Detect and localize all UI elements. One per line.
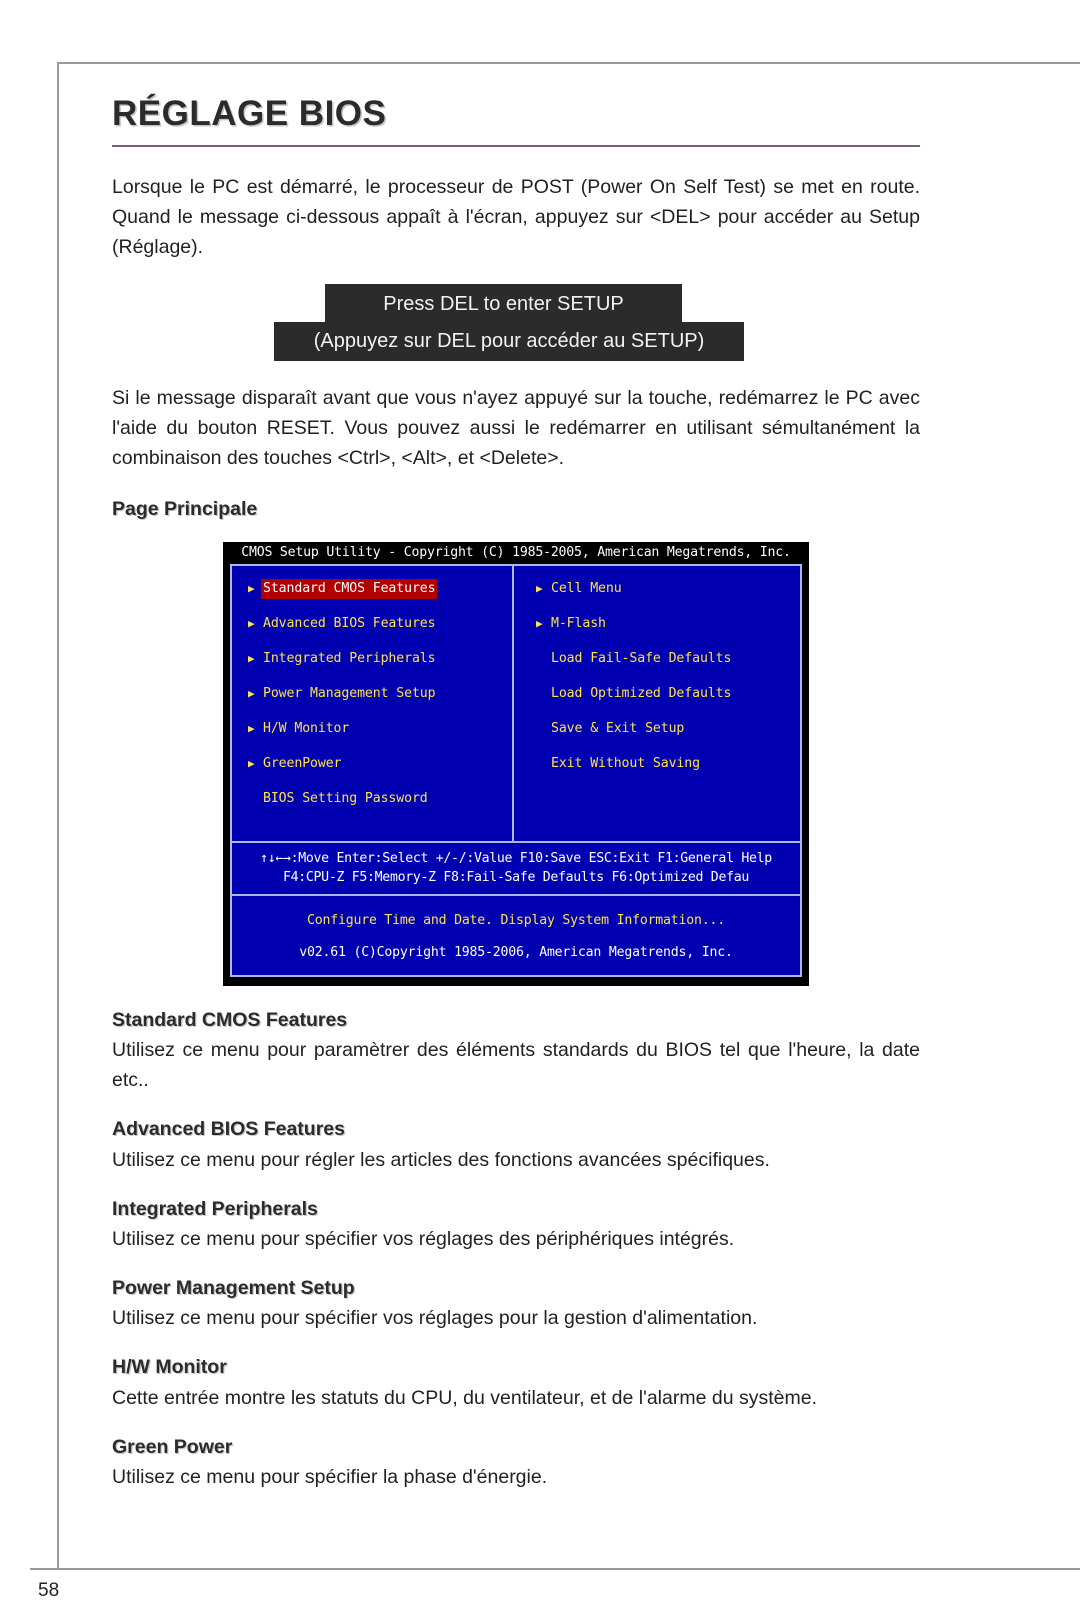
section-body: Utilisez ce menu pour paramètrer des élé…: [112, 1039, 920, 1092]
bios-menu-item-label: GreenPower: [263, 755, 342, 771]
bios-menu-item-label: BIOS Setting Password: [263, 790, 428, 806]
menu-arrow-spacer: ▶: [248, 789, 261, 809]
bios-menu-item-label: Cell Menu: [551, 580, 622, 596]
section-body: Cette entrée montre les statuts du CPU, …: [112, 1386, 817, 1409]
menu-arrow-icon: ▶: [248, 651, 255, 665]
bios-help-line: Configure Time and Date. Display System …: [307, 912, 725, 928]
section-body: Utilisez ce menu pour régler les article…: [112, 1148, 770, 1171]
section-body: Utilisez ce menu pour spécifier vos régl…: [112, 1307, 758, 1330]
bios-menu-item[interactable]: ▶ GreenPower: [248, 754, 512, 789]
menu-arrow-icon: ▶: [248, 581, 255, 595]
section-heading: Standard CMOS Features: [112, 1008, 348, 1031]
bios-menu-item[interactable]: ▶Exit Without Saving: [536, 754, 800, 789]
bios-screenshot-wrapper: CMOS Setup Utility - Copyright (C) 1985-…: [112, 541, 920, 986]
description-section: Standard CMOS Features Utilisez ce menu p…: [112, 1009, 920, 1095]
menu-arrow-spacer: ▶: [536, 649, 549, 669]
bios-menu-item[interactable]: ▶ Power Management Setup: [248, 684, 512, 719]
bios-menu-item[interactable]: ▶ Integrated Peripherals: [248, 649, 512, 684]
bios-setup-screen: CMOS Setup Utility - Copyright (C) 1985-…: [223, 541, 809, 986]
menu-arrow-icon: ▶: [536, 581, 543, 595]
description-section: Integrated Peripherals Utilisez ce menu p…: [112, 1198, 920, 1254]
bios-menu-item[interactable]: ▶Save & Exit Setup: [536, 719, 800, 754]
intro-paragraph-2: Si le message disparaît avant que vous n…: [112, 386, 920, 469]
bios-menu-area: ▶ Standard CMOS Features ▶ Advanced BIOS Fe…: [232, 565, 800, 841]
intro-paragraph-1: Lorsque le PC est démarré, le processeur…: [112, 175, 920, 258]
menu-arrow-icon: ▶: [248, 721, 255, 735]
bios-menu-item[interactable]: ▶Load Optimized Defaults: [536, 684, 800, 719]
menu-arrow-icon: ▶: [248, 686, 255, 700]
bios-menu-item-label: Exit Without Saving: [551, 755, 700, 771]
section-heading: Advanced BIOS Features: [112, 1118, 345, 1141]
menu-arrow-icon: ▶: [248, 616, 255, 630]
page-border-bottom-rule: [30, 1568, 1080, 1570]
section-heading: Power Management Setup: [112, 1277, 355, 1300]
bios-menu-item-label: Load Fail-Safe Defaults: [551, 650, 732, 666]
description-section: Advanced BIOS Features Utilisez ce menu p…: [112, 1118, 920, 1174]
bios-key-legend-line-2: F4:CPU-Z F5:Memory-Z F8:Fail-Safe Defaul…: [282, 869, 749, 885]
section-heading: Green Power: [112, 1435, 233, 1458]
bios-menu-item-label: Standard CMOS Features: [261, 578, 438, 599]
bios-key-legend: ↑↓←→:Move Enter:Select +/-/:Value F10:Sa…: [232, 843, 800, 894]
title-underline-rule: [112, 144, 920, 147]
bios-menu-item-label: Integrated Peripherals: [263, 650, 436, 666]
bios-menu-column-left: ▶ Standard CMOS Features ▶ Advanced BIOS Fe…: [232, 566, 512, 841]
page-content: RÉGLAGE BIOS Lorsque le PC est démarré, …: [112, 94, 920, 1492]
bios-menu-item-label: Power Management Setup: [263, 685, 436, 701]
post-message-line-1: Press DEL to enter SETUP: [325, 283, 682, 325]
bios-menu-item[interactable]: ▶ Advanced BIOS Features: [248, 614, 512, 649]
bios-menu-item-label: Save & Exit Setup: [551, 720, 685, 736]
menu-arrow-spacer: ▶: [536, 719, 549, 739]
menu-arrow-icon: ▶: [536, 616, 543, 630]
bios-screen-body: ▶ Standard CMOS Features ▶ Advanced BIOS Fe…: [230, 563, 802, 977]
section-body: Utilisez ce menu pour spécifier la phase…: [112, 1466, 548, 1489]
section-heading: H/W Monitor: [112, 1356, 227, 1379]
bios-version-line: v02.61 (C)Copyright 1985-2006, American …: [299, 944, 733, 960]
bios-menu-item-label: H/W Monitor: [263, 720, 350, 736]
description-section: H/W Monitor Cette entrée montre les statu…: [112, 1356, 920, 1412]
section-body: Utilisez ce menu pour spécifier vos régl…: [112, 1228, 735, 1251]
section-heading: Integrated Peripherals: [112, 1197, 318, 1220]
menu-arrow-spacer: ▶: [536, 754, 549, 774]
bios-menu-item-label: Load Optimized Defaults: [551, 685, 732, 701]
main-page-heading: Page Principale: [112, 497, 258, 520]
bios-menu-item[interactable]: ▶ Standard CMOS Features: [248, 578, 512, 614]
sections-list: Standard CMOS Features Utilisez ce menu p…: [112, 1009, 920, 1492]
description-section: Green Power Utilisez ce menu pour spécifi…: [112, 1436, 920, 1492]
post-message-graphic: Press DEL to enter SETUP (Appuyez sur DE…: [112, 283, 920, 361]
page-number: 58: [38, 1580, 60, 1601]
bios-key-legend-line-1: ↑↓←→:Move Enter:Select +/-/:Value F10:Sa…: [260, 850, 772, 866]
menu-arrow-icon: ▶: [248, 756, 255, 770]
bios-menu-item[interactable]: ▶BIOS Setting Password: [248, 789, 512, 824]
bios-menu-item[interactable]: ▶Load Fail-Safe Defaults: [536, 649, 800, 684]
document-page: RÉGLAGE BIOS Lorsque le PC est démarré, …: [0, 0, 1080, 1620]
description-section: Power Management Setup Utilisez ce menu p…: [112, 1277, 920, 1333]
bios-menu-item-label: M-Flash: [551, 615, 606, 631]
bios-menu-column-right: ▶Cell Menu▶M-Flash▶Load Fail-Safe Defaul…: [512, 565, 800, 841]
bios-menu-item[interactable]: ▶ Cell Menu: [536, 579, 800, 614]
bios-menu-item-label: Advanced BIOS Features: [263, 615, 436, 631]
bios-footer-area: Configure Time and Date. Display System …: [232, 896, 800, 975]
bios-menu-item[interactable]: ▶ M-Flash: [536, 614, 800, 649]
bios-titlebar: CMOS Setup Utility - Copyright (C) 1985-…: [223, 541, 809, 564]
page-title: RÉGLAGE BIOS: [112, 94, 387, 133]
bios-menu-item[interactable]: ▶ H/W Monitor: [248, 719, 512, 754]
menu-arrow-spacer: ▶: [536, 684, 549, 704]
post-message-line-2: (Appuyez sur DEL pour accéder au SETUP): [274, 321, 744, 361]
